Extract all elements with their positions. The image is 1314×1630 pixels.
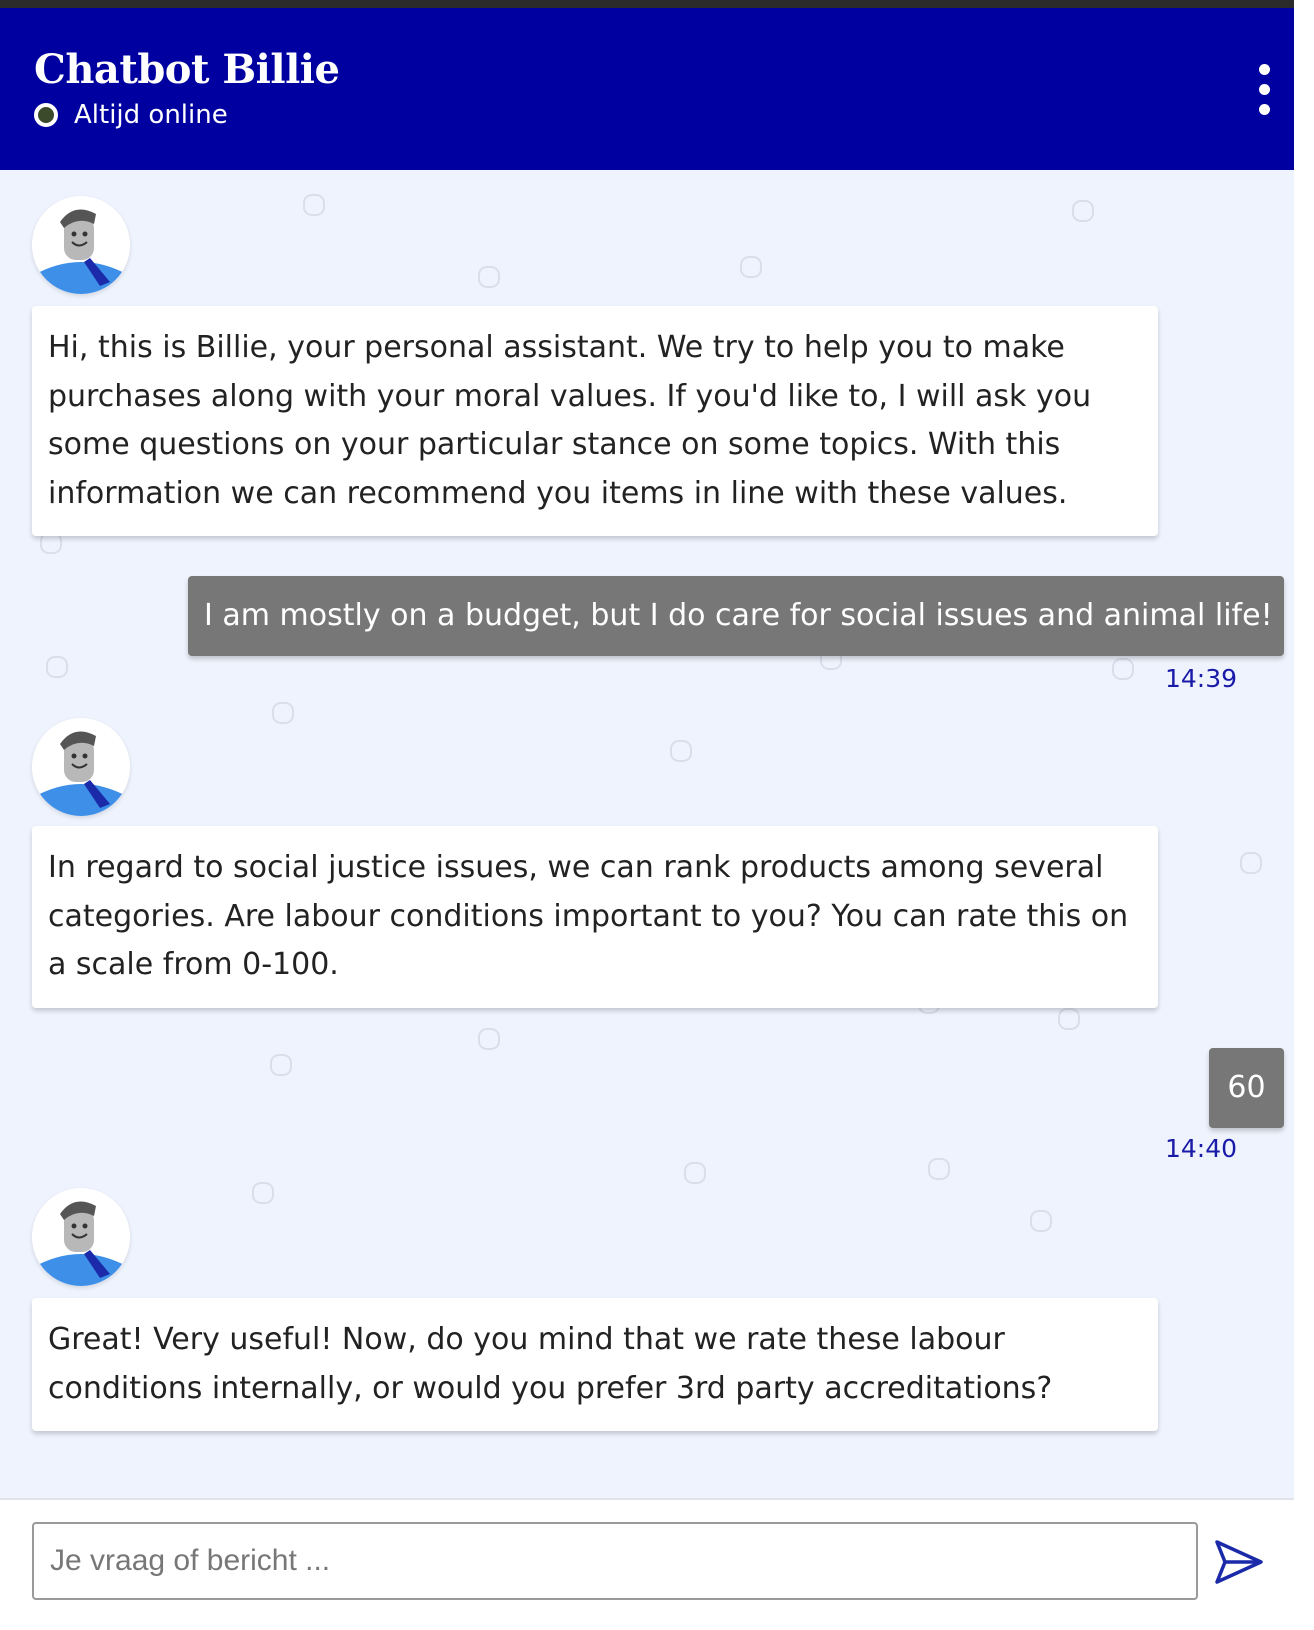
background-doodle-icon [1240,852,1262,874]
more-vertical-icon[interactable] [1252,64,1276,124]
status-text: Altijd online [74,100,228,130]
bot-message: Great! Very useful! Now, do you mind tha… [32,1298,1158,1431]
window-top-border [0,0,1314,8]
bot-avatar-icon [32,1188,130,1286]
background-doodle-icon [252,1182,274,1204]
background-doodle-icon [478,266,500,288]
background-doodle-icon [1072,200,1094,222]
message-timestamp: 14:40 [1164,1134,1237,1163]
background-doodle-icon [272,702,294,724]
online-status-icon [34,103,58,127]
user-message: 60 [1209,1048,1284,1128]
send-icon[interactable] [1214,1538,1264,1586]
window-right-edge [1294,0,1314,1628]
background-doodle-icon [270,1054,292,1076]
bot-avatar-icon [32,718,130,816]
background-doodle-icon [928,1158,950,1180]
message-input[interactable] [32,1522,1198,1600]
background-doodle-icon [1112,658,1134,680]
background-doodle-icon [46,656,68,678]
chat-header: Chatbot Billie Altijd online [0,8,1294,170]
bot-message: Hi, this is Billie, your personal assist… [32,306,1158,536]
background-doodle-icon [1058,1008,1080,1030]
background-doodle-icon [303,194,325,216]
message-list[interactable]: Hi, this is Billie, your personal assist… [0,170,1294,1498]
background-doodle-icon [684,1162,706,1184]
bot-avatar-icon [32,196,130,294]
background-doodle-icon [1030,1210,1052,1232]
message-timestamp: 14:39 [1164,664,1237,693]
background-doodle-icon [740,256,762,278]
background-doodle-icon [670,740,692,762]
composer [0,1498,1294,1630]
status-row: Altijd online [34,100,228,130]
bot-message: In regard to social justice issues, we c… [32,826,1158,1008]
user-message: I am mostly on a budget, but I do care f… [188,576,1284,656]
chat-title: Chatbot Billie [34,46,340,93]
background-doodle-icon [478,1028,500,1050]
